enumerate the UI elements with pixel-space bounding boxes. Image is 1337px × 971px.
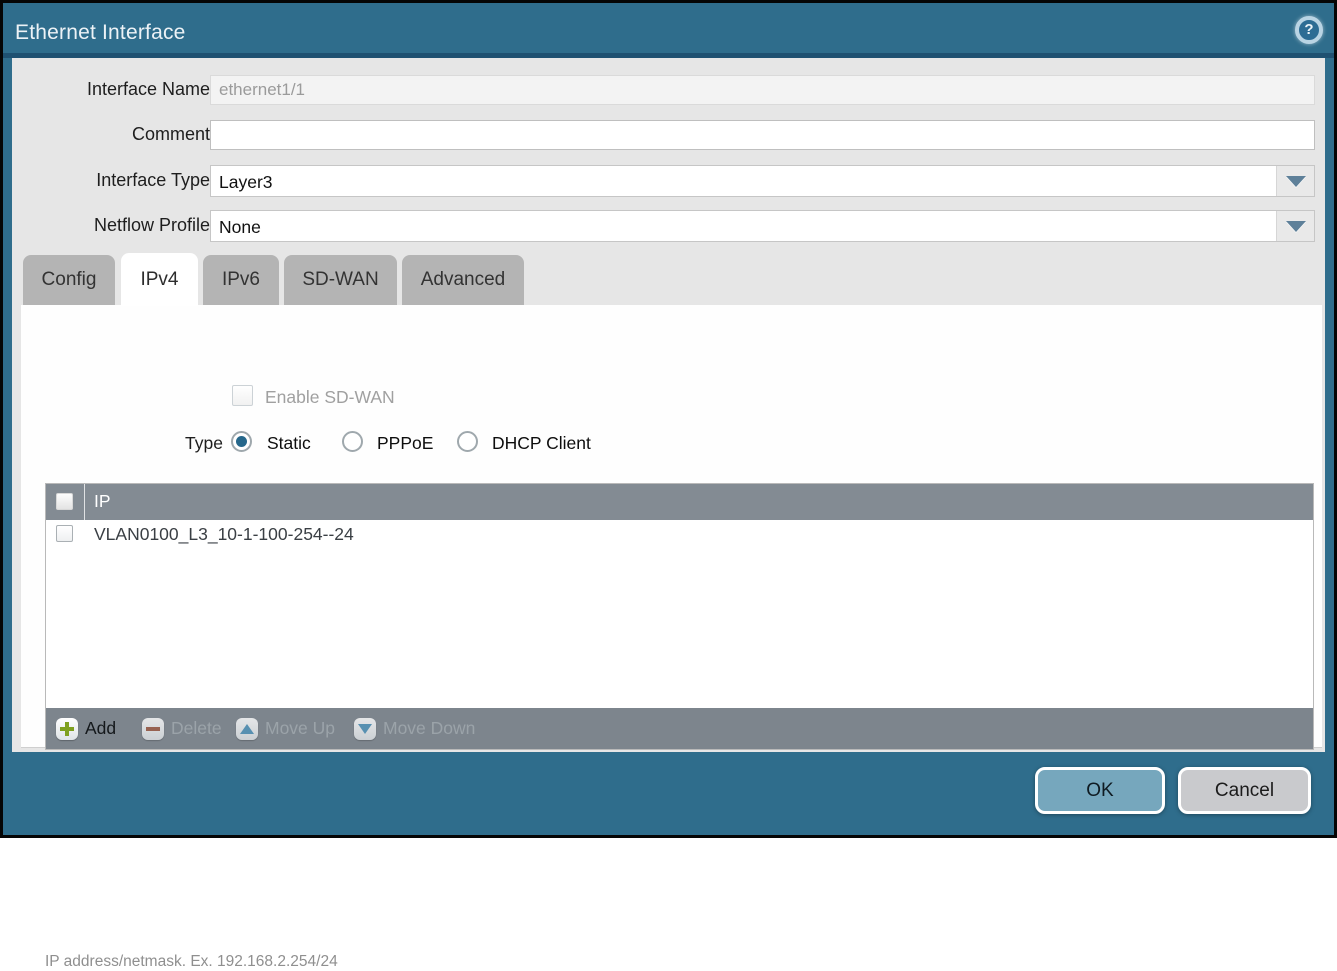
move-up-button-label: Move Up bbox=[265, 718, 335, 739]
table-row[interactable]: VLAN0100_L3_10-1-100-254--24 bbox=[46, 520, 1313, 550]
interface-type-dropdown-button[interactable] bbox=[1276, 166, 1314, 196]
enable-sdwan-label: Enable SD-WAN bbox=[265, 387, 395, 408]
column-separator bbox=[84, 484, 85, 520]
radio-static-label[interactable]: Static bbox=[267, 433, 311, 454]
move-down-button-label: Move Down bbox=[383, 718, 475, 739]
minus-icon bbox=[142, 718, 164, 740]
tab-ipv4[interactable]: IPv4 bbox=[121, 253, 198, 306]
tab-config[interactable]: Config bbox=[23, 255, 115, 305]
dialog-title: Ethernet Interface bbox=[15, 21, 186, 45]
ip-table-header: IP bbox=[46, 484, 1313, 520]
tab-sd-wan[interactable]: SD-WAN bbox=[284, 255, 397, 305]
radio-pppoe[interactable] bbox=[342, 431, 363, 452]
delete-button-label: Delete bbox=[171, 718, 222, 739]
plus-icon bbox=[56, 718, 78, 740]
titlebar: Ethernet Interface ? bbox=[3, 3, 1334, 53]
table-toolbar: Add Delete Move Up Move Down bbox=[46, 708, 1313, 749]
ip-format-hint: IP address/netmask. Ex. 192.168.2.254/24 bbox=[45, 953, 338, 971]
add-button[interactable]: Add bbox=[56, 717, 116, 740]
row-checkbox[interactable] bbox=[56, 525, 73, 542]
interface-name-label: Interface Name bbox=[20, 79, 210, 100]
interface-type-label: Interface Type bbox=[20, 170, 210, 191]
radio-static[interactable] bbox=[231, 431, 252, 452]
ok-button[interactable]: OK bbox=[1035, 767, 1165, 814]
radio-dhcp-client[interactable] bbox=[457, 431, 478, 452]
interface-name-input bbox=[210, 75, 1315, 105]
interface-type-value: Layer3 bbox=[211, 166, 1276, 196]
cancel-button[interactable]: Cancel bbox=[1178, 767, 1311, 814]
comment-label: Comment bbox=[20, 124, 210, 145]
add-button-label: Add bbox=[85, 718, 116, 739]
netflow-profile-dropdown[interactable]: None bbox=[210, 210, 1315, 242]
move-up-button: Move Up bbox=[236, 717, 335, 740]
netflow-profile-value: None bbox=[211, 211, 1276, 241]
ip-column-header: IP bbox=[94, 491, 111, 512]
ipv4-panel: Enable SD-WAN Type Static PPPoE DHCP Cli… bbox=[21, 305, 1322, 748]
ip-address-cell[interactable]: VLAN0100_L3_10-1-100-254--24 bbox=[94, 524, 354, 545]
netflow-profile-dropdown-button[interactable] bbox=[1276, 211, 1314, 241]
arrow-up-icon bbox=[236, 718, 258, 740]
help-icon[interactable]: ? bbox=[1295, 16, 1323, 44]
ethernet-interface-dialog: Ethernet Interface ? Interface Name Comm… bbox=[0, 0, 1337, 838]
radio-dhcp-client-label[interactable]: DHCP Client bbox=[492, 433, 591, 454]
type-label: Type bbox=[123, 433, 223, 454]
enable-sdwan-checkbox bbox=[232, 385, 253, 406]
chevron-down-icon bbox=[1286, 176, 1306, 187]
arrow-down-icon bbox=[354, 718, 376, 740]
dialog-frame: Ethernet Interface ? Interface Name Comm… bbox=[3, 3, 1334, 835]
ip-table: IP VLAN0100_L3_10-1-100-254--24 Add bbox=[45, 483, 1314, 750]
select-all-checkbox[interactable] bbox=[56, 493, 73, 510]
move-down-button: Move Down bbox=[354, 717, 475, 740]
tab-advanced[interactable]: Advanced bbox=[402, 255, 524, 305]
chevron-down-icon bbox=[1286, 221, 1306, 232]
interface-type-dropdown[interactable]: Layer3 bbox=[210, 165, 1315, 197]
netflow-profile-label: Netflow Profile bbox=[20, 215, 210, 236]
dialog-content: Interface Name Comment Interface Type La… bbox=[12, 58, 1325, 752]
comment-input[interactable] bbox=[210, 120, 1315, 150]
delete-button: Delete bbox=[142, 717, 222, 740]
radio-pppoe-label[interactable]: PPPoE bbox=[377, 433, 433, 454]
tab-ipv6[interactable]: IPv6 bbox=[203, 255, 279, 305]
